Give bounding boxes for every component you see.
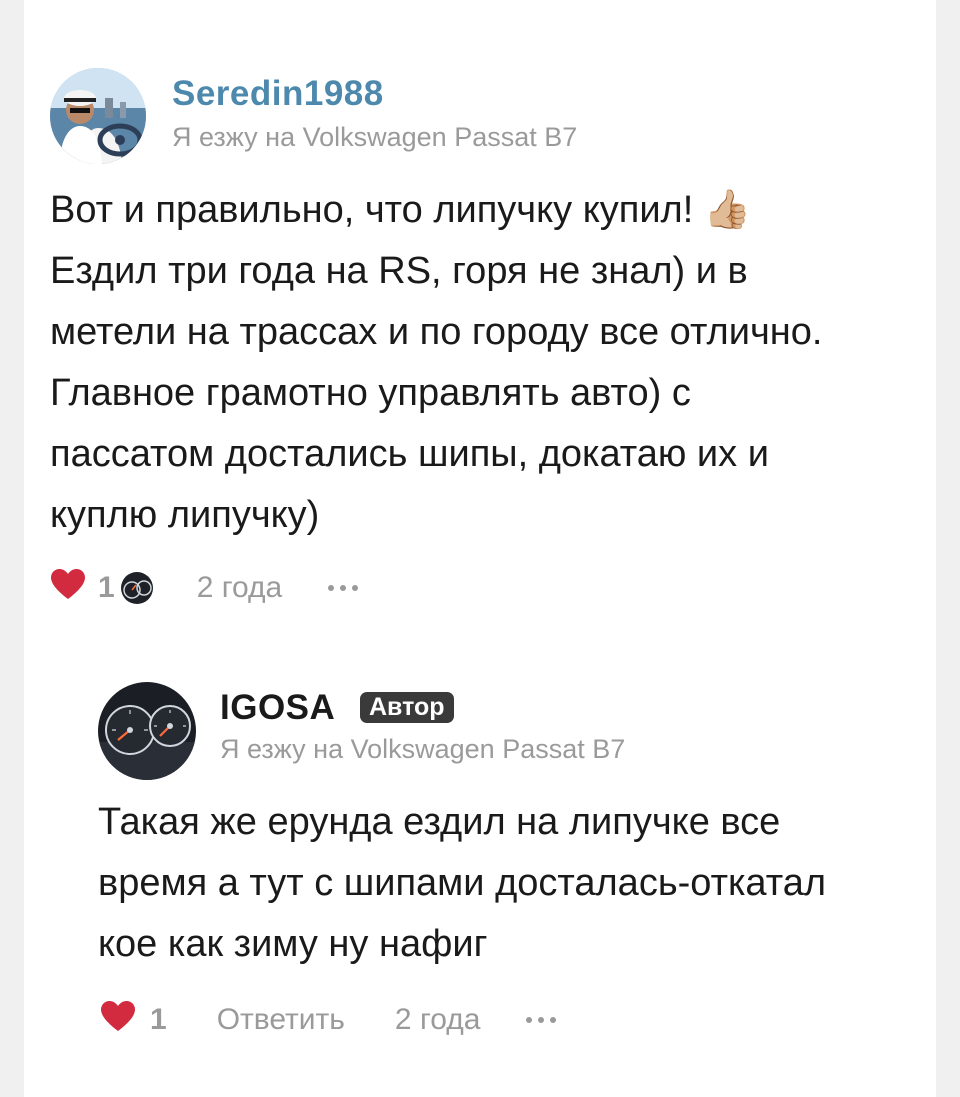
author-name[interactable]: IGOSA — [220, 688, 335, 728]
comment-time: 2 года — [394, 1003, 481, 1036]
comment-text-line: Такая же ерунда ездил на липучке все — [98, 801, 781, 843]
comments-card: Seredin1988 Я езжу на Volkswagen Passat … — [24, 0, 936, 1097]
comment-seredin1988: Seredin1988 Я езжу на Volkswagen Passat … — [24, 0, 936, 640]
heart-icon[interactable] — [50, 568, 86, 608]
comment-time: 2 года — [196, 571, 283, 604]
dashboard-icon — [120, 572, 153, 604]
comment-text-line: куплю липучку) — [50, 494, 320, 536]
heart-icon[interactable] — [100, 1000, 136, 1040]
author-name[interactable]: Seredin1988 — [172, 74, 384, 114]
author-car[interactable]: Я езжу на Volkswagen Passat B7 — [172, 122, 577, 153]
reply-button[interactable]: Ответить — [217, 1003, 345, 1037]
comment-text-line: Ездил три года на RS, горя не знал) и в — [50, 250, 748, 292]
comment-text-line: Главное грамотно управлять авто) с — [50, 372, 691, 414]
dashboard-avatar-photo — [98, 682, 196, 780]
avatar[interactable] — [98, 682, 196, 780]
more-options-icon[interactable] — [328, 585, 359, 591]
like-count[interactable]: 1 — [150, 1003, 167, 1037]
comment-meta: 1 Ответить 2 года — [100, 998, 557, 1042]
comment-text: Вот и правильно, что липучку купил! 👍🏼 Е… — [50, 180, 822, 546]
comment-text-line: Вот и правильно, что липучку купил! 👍🏼 — [50, 189, 752, 231]
author-badge: Автор — [360, 692, 454, 723]
comment-igosa: IGOSA Автор Я езжу на Volkswagen Passat … — [24, 660, 936, 1080]
like-count[interactable]: 1 — [98, 571, 115, 605]
comment-text-line: пассатом достались шипы, докатаю их и — [50, 433, 769, 475]
comment-text: Такая же ерунда ездил на липучке все вре… — [98, 792, 826, 975]
liker-avatar[interactable] — [120, 572, 153, 604]
comment-text-line: время а тут с шипами досталась-откатал — [98, 862, 827, 904]
avatar-photo — [50, 68, 146, 164]
author-car[interactable]: Я езжу на Volkswagen Passat B7 — [220, 734, 625, 765]
more-options-icon[interactable] — [526, 1017, 557, 1023]
comment-text-line: метели на трассах и по городу все отличн… — [50, 311, 823, 353]
comment-meta: 1 2 года — [50, 566, 359, 610]
comment-text-line: кое как зиму ну нафиг — [98, 923, 488, 965]
avatar[interactable] — [50, 68, 146, 164]
